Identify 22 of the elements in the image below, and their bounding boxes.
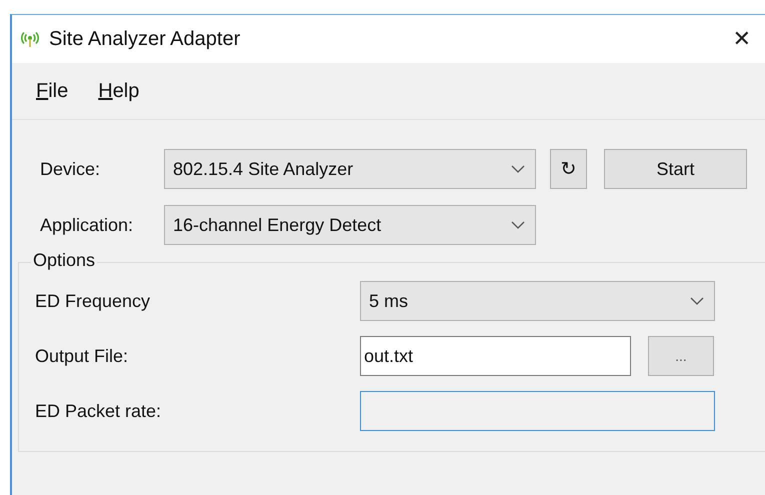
frequency-dropdown[interactable]: 5 ms — [360, 281, 715, 321]
field-label: ED Packet rate: — [34, 400, 162, 422]
application-dropdown[interactable]: 16-channel Energy Detect — [164, 205, 536, 245]
field-label: ED Frequency — [34, 290, 152, 312]
field-label: Output File: — [34, 346, 130, 366]
close-button[interactable]: ✕ — [726, 26, 757, 52]
chevron-down-icon — [511, 165, 525, 173]
chevron-down-icon — [511, 221, 525, 229]
input-field[interactable]: out.txt — [360, 336, 631, 376]
refresh-button[interactable]: ↻ — [550, 149, 587, 189]
menu-item[interactable]: File — [32, 80, 72, 102]
menu-item[interactable]: Help — [94, 80, 144, 102]
group-title: Options — [31, 250, 98, 271]
device-dropdown[interactable]: 802.15.4 Site Analyzer — [164, 149, 536, 189]
chevron-down-icon — [690, 297, 704, 305]
window-title: Site Analyzer Adapter — [49, 28, 240, 50]
device-label: Device: — [39, 158, 102, 180]
antenna-icon — [20, 31, 40, 47]
start-button[interactable]: Start — [604, 149, 747, 189]
browse-button[interactable]: ... — [648, 336, 714, 376]
input-field[interactable] — [360, 391, 715, 431]
application-label: Application: — [39, 214, 134, 236]
